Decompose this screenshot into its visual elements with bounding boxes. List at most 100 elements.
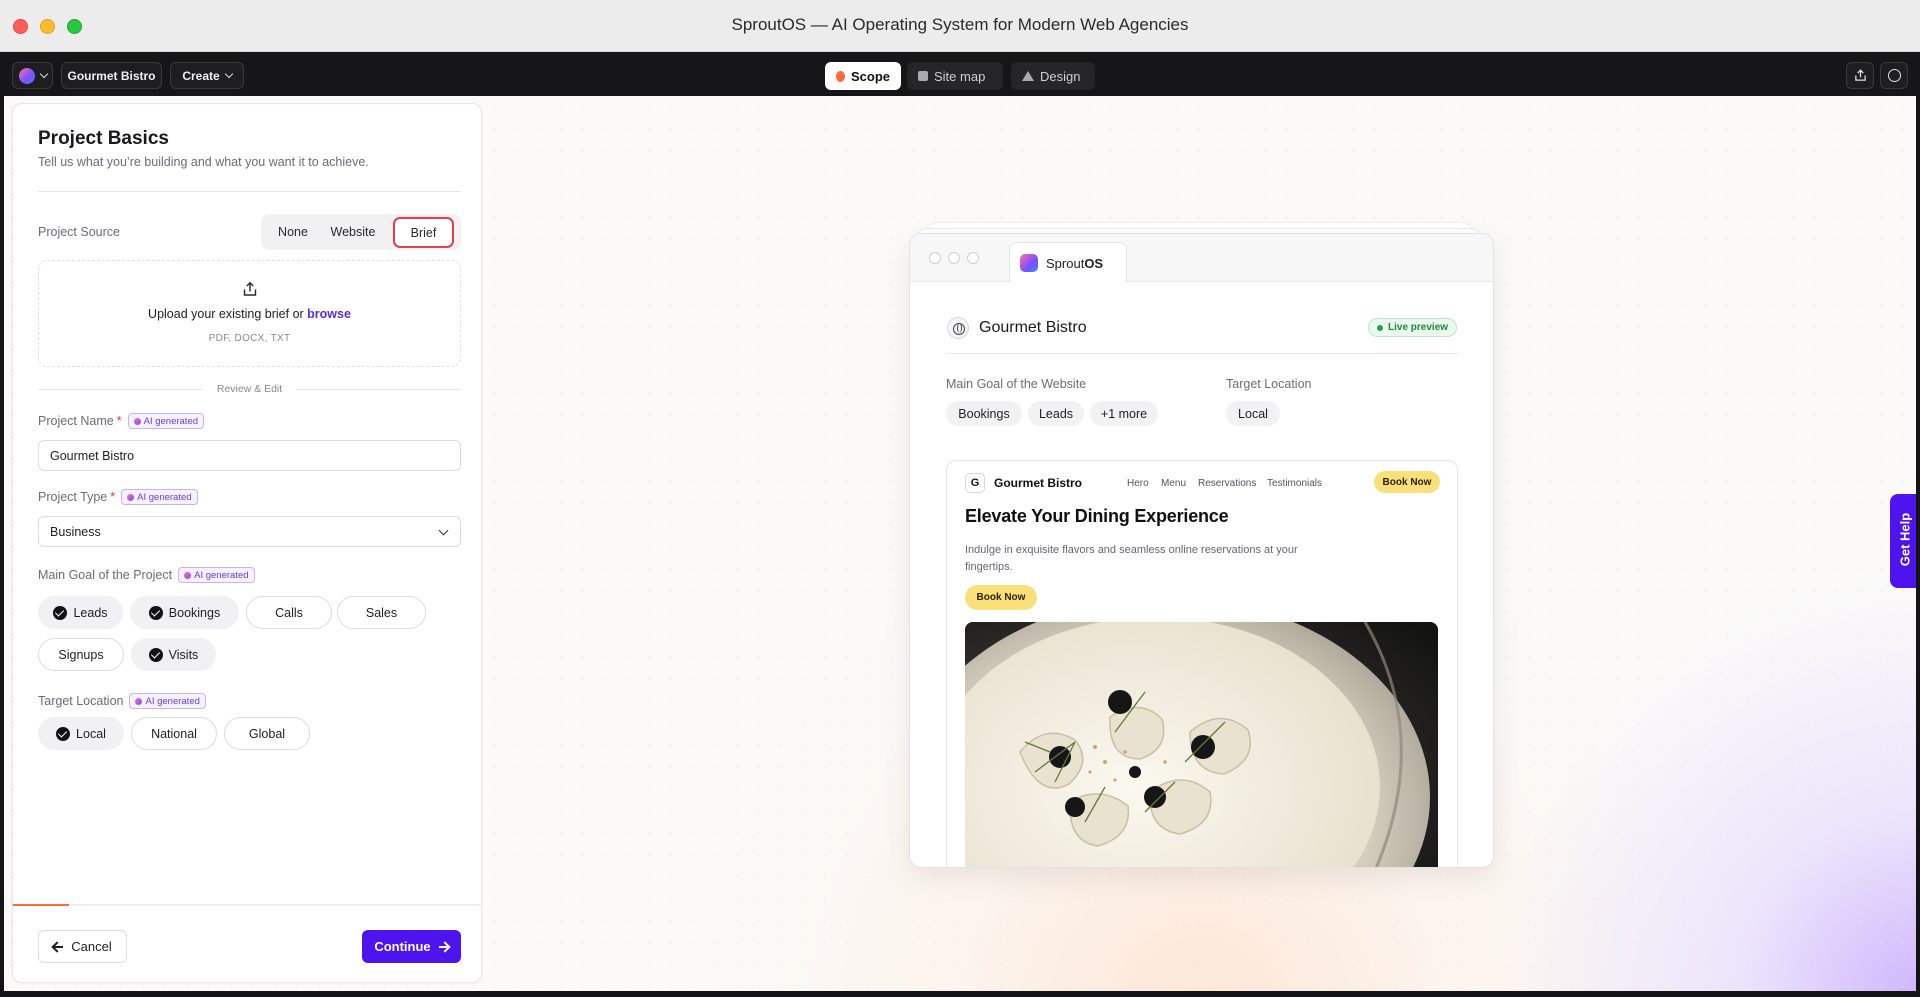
- required-marker: *: [116, 414, 122, 428]
- check-icon: [148, 647, 163, 662]
- tab-site-map[interactable]: Site map: [907, 62, 1003, 90]
- preview-location-label: Target Location: [1226, 377, 1312, 391]
- required-marker: *: [110, 490, 116, 504]
- review-edit-label: Review & Edit: [216, 383, 283, 395]
- scope-dot-icon: [836, 70, 845, 82]
- create-menu-button[interactable]: Create: [170, 62, 244, 89]
- window-title: SproutOS — AI Operating System for Moder…: [731, 15, 1189, 34]
- ai-generated-badge: AI generated: [129, 693, 206, 709]
- preview-goal-more-chip: +1 more: [1090, 401, 1158, 426]
- project-source-label-text: Project Source: [38, 225, 120, 239]
- chevron-down-icon: [39, 69, 48, 79]
- app-menu-button[interactable]: [12, 62, 53, 89]
- ai-generated-text: AI generated: [145, 695, 200, 707]
- preview-site-title: Gourmet Bistro: [947, 317, 1087, 339]
- circle-icon: [1887, 69, 1901, 82]
- get-help-button[interactable]: Get Help: [1890, 494, 1920, 588]
- arrow-left-icon: [53, 945, 64, 948]
- tab-scope-label: Scope: [850, 68, 890, 84]
- source-option-none[interactable]: None: [271, 219, 315, 245]
- get-help-label: Get Help: [1897, 512, 1913, 567]
- project-source-label: Project Source: [38, 225, 120, 239]
- live-preview-window: SproutOS Gourmet Bistro Live preview Mai…: [909, 233, 1494, 868]
- main-goal-label: Main Goal of the Project AI generated: [38, 567, 255, 583]
- live-preview-badge: Live preview: [1368, 318, 1458, 337]
- ai-generated-text: AI generated: [194, 569, 249, 581]
- design-icon: [1022, 71, 1034, 81]
- ravioli-dish-image: [965, 622, 1438, 867]
- project-type-label: Project Type * AI generated: [38, 489, 198, 505]
- location-chip-national[interactable]: National: [131, 717, 217, 750]
- goal-chip-calls[interactable]: Calls: [246, 596, 332, 629]
- tab-site-map-label: Site map: [934, 68, 986, 84]
- upload-text-prefix: Upload your existing brief or: [148, 307, 304, 321]
- live-dot-icon: [1377, 324, 1383, 331]
- main-goal-label-text: Main Goal of the Project: [38, 568, 173, 582]
- create-label: Create: [182, 68, 220, 83]
- source-option-brief[interactable]: Brief: [393, 217, 454, 248]
- goal-chip-sales[interactable]: Sales: [337, 596, 426, 629]
- project-name-label-text: Project Name: [38, 414, 114, 428]
- ai-sparkle-icon: [127, 493, 135, 501]
- ai-generated-text: AI generated: [137, 491, 192, 503]
- preview-goal-chip: Bookings: [946, 401, 1022, 426]
- upload-text: Upload your existing brief or browse: [39, 307, 460, 321]
- tab-design-label: Design: [1040, 68, 1081, 84]
- app-toolbar: Gourmet Bistro Create Scope Site map Des…: [0, 52, 1920, 96]
- preview-window-dot: [929, 252, 941, 264]
- preview-window-dot: [967, 252, 979, 264]
- site-logo: G: [965, 473, 985, 493]
- project-type-select[interactable]: Business: [38, 516, 461, 547]
- cancel-button[interactable]: Cancel: [38, 930, 127, 963]
- goal-chip-leads[interactable]: Leads: [38, 596, 123, 629]
- chevron-down-icon: [224, 69, 233, 79]
- site-hero-book-button: Book Now: [965, 585, 1037, 610]
- site-nav-item: Testimonials: [1267, 478, 1323, 489]
- site-nav-item: Reservations: [1198, 478, 1257, 489]
- check-icon: [148, 605, 163, 620]
- goal-chip-visits[interactable]: Visits: [131, 638, 216, 671]
- tab-scope[interactable]: Scope: [825, 62, 901, 90]
- account-button[interactable]: [1880, 62, 1908, 89]
- panel-title: Project Basics: [38, 128, 169, 149]
- preview-goal-label: Main Goal of the Website: [946, 377, 1087, 391]
- source-option-website[interactable]: Website: [323, 219, 383, 245]
- ai-sparkle-icon: [184, 571, 192, 579]
- goal-chip-label: Calls: [275, 605, 303, 620]
- project-name-label: Project Name * AI generated: [38, 413, 205, 429]
- ai-generated-badge: AI generated: [127, 413, 205, 429]
- goal-chip-signups[interactable]: Signups: [38, 638, 124, 671]
- share-button[interactable]: [1846, 62, 1874, 89]
- title-bar: SproutOS — AI Operating System for Moder…: [0, 0, 1920, 52]
- brief-upload-dropzone[interactable]: Upload your existing brief or browse PDF…: [38, 260, 461, 367]
- preview-window-dot: [948, 252, 960, 264]
- site-nav-item: Menu: [1161, 478, 1187, 489]
- goal-chip-label: Signups: [58, 647, 104, 662]
- preview-goal-chip: Leads: [1028, 401, 1084, 426]
- ai-generated-text: AI generated: [143, 415, 199, 427]
- location-chip-label: Global: [248, 726, 286, 741]
- site-hero-text: Indulge in exquisite flavors and seamles…: [965, 544, 1298, 573]
- divider: [38, 191, 461, 192]
- project-selector-button[interactable]: Gourmet Bistro: [61, 62, 162, 89]
- website-preview: G Gourmet Bistro Hero Menu Reservations …: [946, 460, 1458, 867]
- dish-photo: [965, 622, 1438, 867]
- project-name-input[interactable]: Gourmet Bistro: [38, 440, 461, 471]
- live-preview-label: Live preview: [1388, 322, 1449, 333]
- continue-button[interactable]: Continue: [362, 930, 461, 963]
- check-icon: [53, 605, 68, 620]
- panel-subtitle: Tell us what you’re building and what yo…: [38, 155, 369, 169]
- step-progress-fill: [13, 904, 70, 906]
- preview-tab-label: SproutOS: [1046, 256, 1103, 271]
- sproutos-logo-icon: [18, 67, 35, 84]
- project-type-value: Business: [50, 524, 101, 539]
- goal-chip-bookings[interactable]: Bookings: [130, 596, 239, 629]
- tab-design[interactable]: Design: [1011, 62, 1095, 90]
- globe-icon: [947, 317, 969, 339]
- location-chip-global[interactable]: Global: [224, 717, 310, 750]
- continue-label: Continue: [374, 939, 431, 954]
- browse-link[interactable]: browse: [307, 307, 351, 321]
- chevron-down-icon: [438, 525, 449, 536]
- location-chip-label: National: [151, 726, 197, 741]
- location-chip-local[interactable]: Local: [38, 717, 124, 750]
